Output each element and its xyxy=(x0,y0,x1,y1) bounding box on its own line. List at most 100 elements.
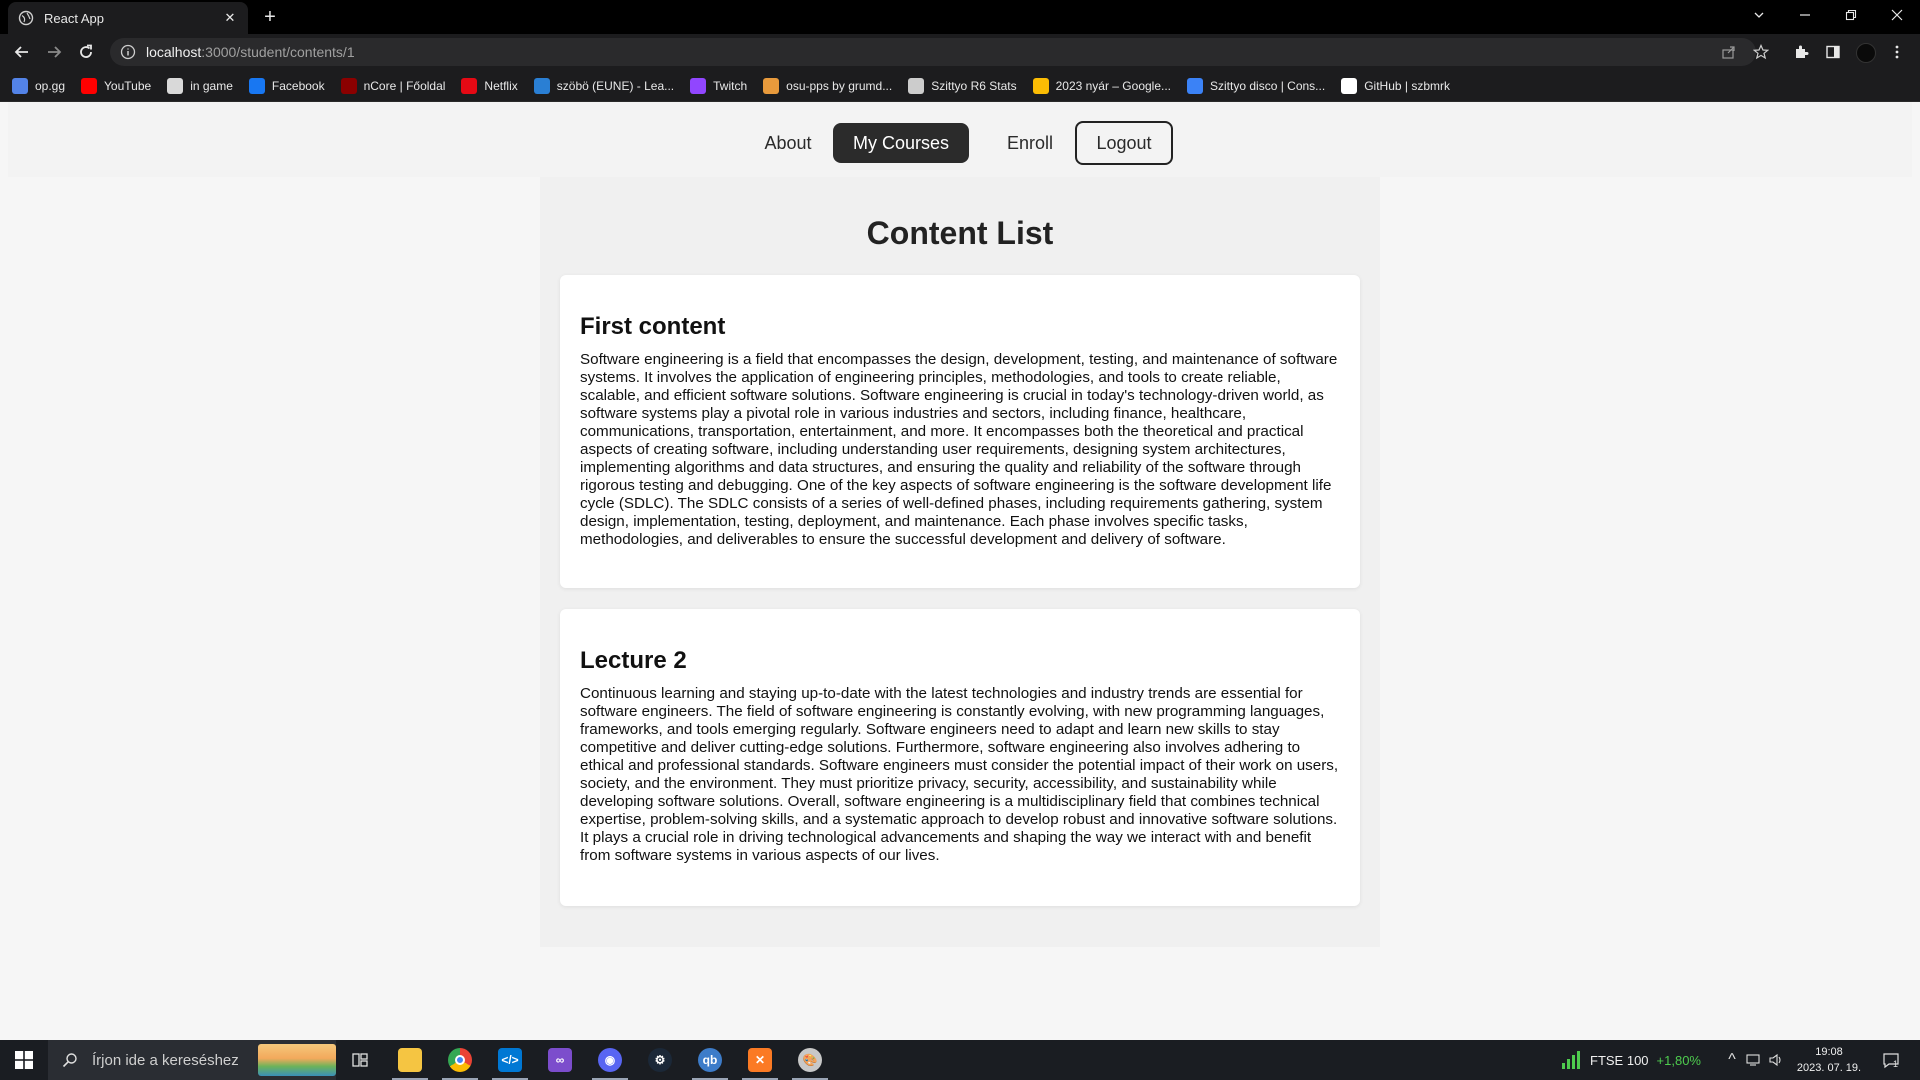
bookmark-label: osu-pps by grumd... xyxy=(786,78,893,93)
bookmark-item[interactable]: osu-pps by grumd... xyxy=(763,77,893,94)
content-list-container: Content List First content Software engi… xyxy=(540,177,1380,947)
bookmark-label: szöbö (EUNE) - Lea... xyxy=(556,78,675,93)
github-icon xyxy=(1341,77,1358,94)
restore-icon[interactable] xyxy=(1828,0,1874,30)
bookmark-item[interactable]: Twitch xyxy=(690,77,748,94)
url-path: :3000/student/contents/1 xyxy=(201,44,355,60)
top-navigation: About My Courses Enroll Logout xyxy=(8,102,1912,177)
minimize-icon[interactable] xyxy=(1782,0,1828,30)
clock-date: 2023. 07. 19. xyxy=(1796,1062,1862,1074)
taskbar-search-box[interactable]: Írjon ide a kereséshez xyxy=(48,1040,336,1080)
nav-about-link[interactable]: About xyxy=(748,123,828,163)
discord-icon[interactable]: ◉ xyxy=(586,1040,634,1080)
url-host: localhost xyxy=(146,44,202,60)
ncore-icon xyxy=(340,77,357,94)
bookmark-star-icon[interactable] xyxy=(1752,43,1770,61)
close-window-icon[interactable] xyxy=(1874,0,1920,30)
search-icon xyxy=(62,1053,77,1068)
back-icon[interactable] xyxy=(10,40,34,64)
qbittorrent-icon[interactable]: qb xyxy=(686,1040,734,1080)
google-drive-icon xyxy=(1032,77,1049,94)
bookmark-label: Szittyo R6 Stats xyxy=(931,78,1017,93)
tab-title: React App xyxy=(44,10,104,26)
notification-center-icon[interactable]: 1 xyxy=(1870,1040,1910,1080)
volume-icon[interactable] xyxy=(1766,1040,1786,1080)
close-tab-icon[interactable]: ✕ xyxy=(222,10,238,26)
notification-count: 1 xyxy=(1892,1059,1898,1069)
bookmark-item[interactable]: Facebook xyxy=(248,77,325,94)
bookmark-item[interactable]: nCore | Főoldal xyxy=(340,77,446,94)
chrome-icon[interactable] xyxy=(436,1040,484,1080)
steam-icon[interactable]: ⚙ xyxy=(636,1040,684,1080)
site-info-icon[interactable] xyxy=(120,44,136,60)
windows-start-icon[interactable] xyxy=(0,1040,48,1080)
browser-menu-icon[interactable] xyxy=(1888,43,1906,61)
twitch-icon xyxy=(690,77,707,94)
windows-taskbar: Írjon ide a kereséshez </> ∞ ◉ ⚙ qb ✕ 🎨 … xyxy=(0,1040,1920,1080)
share-icon[interactable] xyxy=(1720,43,1738,61)
side-panel-icon[interactable] xyxy=(1824,43,1842,61)
facebook-icon xyxy=(248,77,265,94)
content-title: First content xyxy=(580,313,726,340)
network-icon[interactable] xyxy=(1744,1040,1764,1080)
bookmark-item[interactable]: GitHub | szbmrk xyxy=(1341,77,1450,94)
globe-icon xyxy=(18,10,34,26)
browser-tab[interactable]: React App ✕ xyxy=(8,2,248,34)
bookmark-label: Szittyo disco | Cons... xyxy=(1210,78,1326,93)
search-placeholder: Írjon ide a kereséshez xyxy=(92,1051,239,1069)
vscode-icon[interactable]: </> xyxy=(486,1040,534,1080)
web-page: About My Courses Enroll Logout Content L… xyxy=(0,102,1920,1040)
paint-icon[interactable]: 🎨 xyxy=(786,1040,834,1080)
chevron-up-icon[interactable]: ^ xyxy=(1722,1040,1742,1080)
bookmarks-bar: op.gg YouTube in game Facebook nCore | Főold… xyxy=(0,70,1920,102)
bookmark-item[interactable]: Netflix xyxy=(461,77,518,94)
bookmark-item[interactable]: Szittyo R6 Stats xyxy=(908,77,1017,94)
content-body: Continuous learning and staying up-to-da… xyxy=(580,685,1339,864)
stock-chart-icon xyxy=(1562,1051,1580,1069)
bookmark-label: Netflix xyxy=(484,78,518,93)
bookmark-label: 2023 nyár – Google... xyxy=(1055,78,1172,93)
profile-avatar[interactable] xyxy=(1856,43,1876,63)
logout-button[interactable]: Logout xyxy=(1075,121,1173,165)
task-view-icon[interactable] xyxy=(336,1040,384,1080)
clock-time: 19:08 xyxy=(1815,1046,1843,1058)
file-explorer-icon[interactable] xyxy=(386,1040,434,1080)
bookmark-label: op.gg xyxy=(35,78,66,93)
osu-icon xyxy=(763,77,780,94)
bookmark-item[interactable]: szöbö (EUNE) - Lea... xyxy=(533,77,675,94)
bookmark-label: GitHub | szbmrk xyxy=(1364,78,1450,93)
opgg-icon xyxy=(12,77,28,94)
reload-icon[interactable] xyxy=(74,40,98,64)
disco-icon xyxy=(1187,77,1204,94)
browser-tab-bar: React App ✕ + xyxy=(0,0,1920,34)
visual-studio-icon[interactable]: ∞ xyxy=(536,1040,584,1080)
content-card: Lecture 2 Continuous learning and stayin… xyxy=(560,609,1360,906)
bookmark-label: nCore | Főoldal xyxy=(363,78,446,93)
bookmark-item[interactable]: 2023 nyár – Google... xyxy=(1032,77,1172,94)
new-tab-button[interactable]: + xyxy=(258,6,282,30)
stock-widget[interactable]: FTSE 100 +1,80% xyxy=(1560,1040,1701,1080)
forward-icon[interactable] xyxy=(42,40,66,64)
in-game-icon xyxy=(167,77,184,94)
bookmark-item[interactable]: YouTube xyxy=(81,77,151,94)
ftse-label: FTSE 100 xyxy=(1590,1052,1649,1068)
page-title: Content List xyxy=(866,215,1054,251)
xampp-icon[interactable]: ✕ xyxy=(736,1040,784,1080)
bookmark-label: Twitch xyxy=(713,78,748,93)
bookmark-item[interactable]: op.gg xyxy=(12,77,66,94)
youtube-icon xyxy=(81,77,98,94)
content-card: First content Software engineering is a … xyxy=(560,275,1360,588)
bookmark-item[interactable]: in game xyxy=(167,77,233,94)
nav-enroll-link[interactable]: Enroll xyxy=(990,123,1070,163)
leagueofgraphs-icon xyxy=(533,77,550,94)
extensions-icon[interactable] xyxy=(1792,43,1810,61)
search-highlight-image xyxy=(258,1044,336,1076)
bookmark-item[interactable]: Szittyo disco | Cons... xyxy=(1187,77,1326,94)
tab-search-icon[interactable] xyxy=(1736,0,1782,30)
address-bar[interactable]: localhost:3000/student/contents/1 xyxy=(110,38,1756,66)
bookmark-label: Facebook xyxy=(271,78,325,93)
nav-my-courses-link[interactable]: My Courses xyxy=(833,123,969,163)
r6-icon xyxy=(908,77,925,94)
taskbar-clock[interactable]: 19:08 2023. 07. 19. xyxy=(1794,1044,1864,1076)
netflix-icon xyxy=(461,77,478,94)
